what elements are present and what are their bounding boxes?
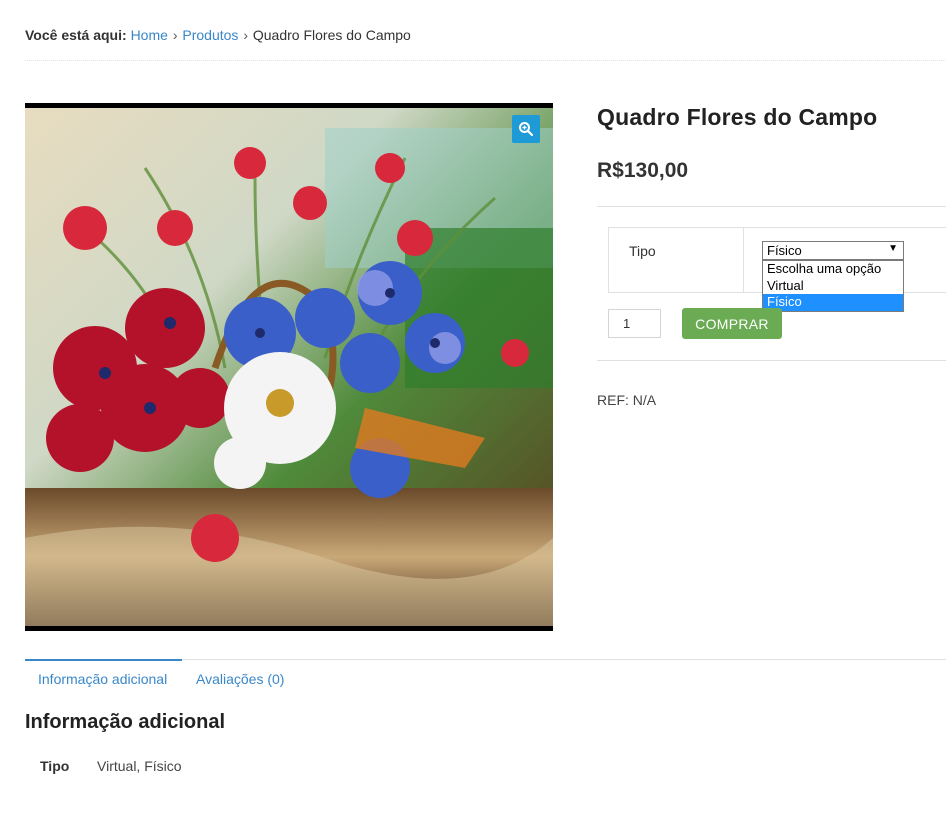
variation-label: Tipo (629, 243, 656, 259)
breadcrumb-link-produtos[interactable]: Produtos (182, 27, 238, 43)
attribute-label: Tipo (40, 758, 70, 774)
quantity-input[interactable]: 1 (608, 309, 661, 338)
flower-painting (25, 108, 553, 626)
product-ref: REF: N/A (597, 392, 657, 408)
breadcrumb-link-home[interactable]: Home (131, 27, 168, 43)
zoom-icon (519, 122, 534, 137)
tab-reviews[interactable]: Avaliações (0) (196, 671, 284, 687)
product-price: R$130,00 (597, 159, 689, 182)
product-image[interactable] (25, 103, 553, 631)
breadcrumb-divider (25, 60, 946, 61)
dropdown-arrow-icon: ▼ (888, 243, 898, 254)
attribute-value: Virtual, Físico (97, 758, 182, 774)
breadcrumb-current: Quadro Flores do Campo (252, 27, 411, 43)
zoom-button[interactable] (512, 115, 540, 143)
tipo-dropdown-list[interactable]: Escolha uma opção Virtual Físico (762, 260, 904, 312)
tipo-select-value: Físico (767, 243, 802, 258)
dropdown-option[interactable]: Escolha uma opção (763, 261, 903, 278)
tab-additional-info[interactable]: Informação adicional (38, 671, 167, 687)
tipo-select[interactable]: Físico ▼ (762, 241, 904, 260)
dropdown-option[interactable]: Virtual (763, 278, 903, 295)
divider (597, 206, 946, 207)
dropdown-option-selected[interactable]: Físico (763, 294, 903, 311)
breadcrumb-separator: › (243, 27, 248, 43)
breadcrumb-label: Você está aqui: (25, 27, 127, 43)
divider (597, 360, 946, 361)
product-title: Quadro Flores do Campo (597, 104, 878, 130)
buy-button[interactable]: COMPRAR (682, 308, 782, 339)
breadcrumb: Você está aqui: Home › Produtos › Quadro… (25, 27, 411, 43)
breadcrumb-separator: › (172, 27, 178, 43)
additional-info-heading: Informação adicional (25, 711, 226, 733)
column-divider (743, 228, 744, 292)
tab-active-indicator (25, 659, 182, 661)
